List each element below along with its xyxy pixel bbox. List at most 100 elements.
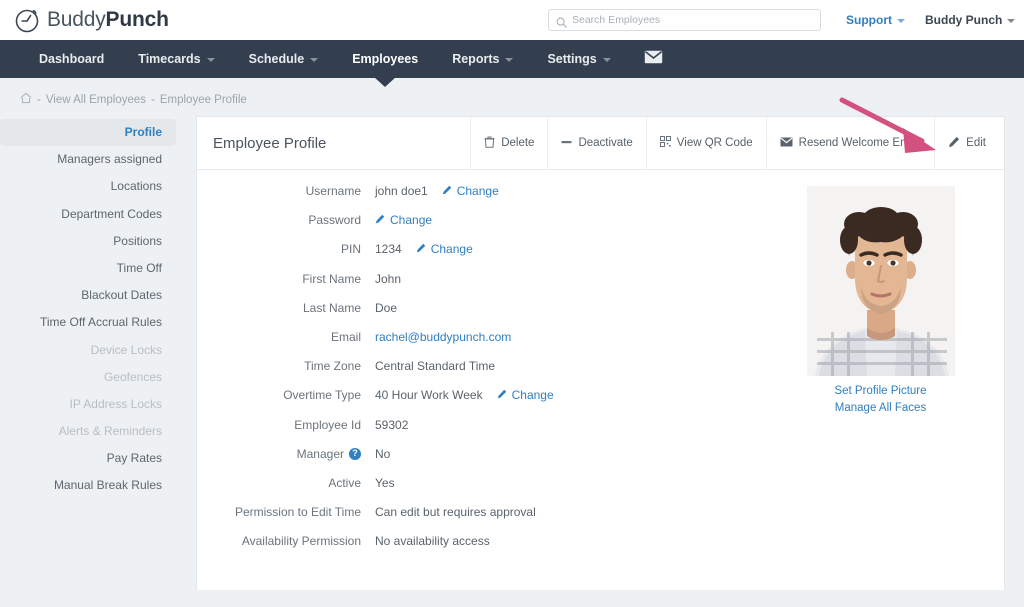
support-menu[interactable]: Support — [846, 13, 905, 27]
change-username-link[interactable]: Change — [442, 184, 499, 198]
nav-label: Employees — [352, 52, 419, 66]
field-value: No availability access — [375, 534, 490, 549]
field-value-group: Doe — [375, 301, 397, 315]
manage-all-faces-link[interactable]: Manage All Faces — [834, 400, 926, 417]
sidebar-item-label: Locations — [110, 179, 162, 194]
sidebar-item-label: Profile — [124, 125, 162, 139]
change-password-link[interactable]: Change — [375, 213, 432, 227]
trash-icon — [484, 136, 495, 151]
search-box[interactable] — [548, 9, 821, 31]
sidebar-item-alerts-reminders[interactable]: Alerts & Reminders — [0, 418, 176, 445]
nav-label: Settings — [547, 52, 597, 66]
nav-item-schedule[interactable]: Schedule — [232, 40, 336, 78]
field-value-group: john doe1 Change — [375, 184, 499, 198]
field-value-group: Change — [375, 213, 432, 227]
home-icon[interactable] — [20, 92, 32, 107]
deactivate-button[interactable]: Deactivate — [547, 116, 645, 170]
field-value: John — [375, 271, 402, 286]
clock-icon — [14, 7, 40, 33]
view-qr-code-button[interactable]: View QR Code — [645, 116, 766, 170]
sidebar-item-label: Positions — [113, 233, 162, 248]
nav-item-reports[interactable]: Reports — [435, 40, 530, 78]
profile-photo-column: Set Profile Picture Manage All Faces — [757, 184, 1004, 563]
field-value: Central Standard Time — [375, 359, 496, 374]
sidebar-item-label: Pay Rates — [106, 451, 162, 466]
sidebar-item-pay-rates[interactable]: Pay Rates — [0, 445, 176, 472]
field-label: Employee Id — [294, 417, 361, 432]
field-label-group: Manager ? — [207, 447, 375, 461]
chevron-down-icon — [897, 19, 905, 23]
sidebar-item-label: Blackout Dates — [81, 288, 162, 303]
sidebar-item-time-off-accrual-rules[interactable]: Time Off Accrual Rules — [0, 309, 176, 336]
field-value-group: No — [375, 447, 390, 461]
email-link[interactable]: rachel@buddypunch.com — [375, 330, 511, 344]
sidebar-item-managers-assigned[interactable]: Managers assigned — [0, 146, 176, 173]
pencil-icon — [375, 213, 385, 227]
field-row-employee-id: Employee Id 59302 — [207, 418, 757, 432]
edit-button[interactable]: Edit — [934, 116, 1004, 170]
sidebar-item-label: Geofences — [103, 369, 162, 384]
employee-sidebar: Profile Managers assigned Locations Depa… — [0, 116, 176, 590]
breadcrumb-link-view-all-employees[interactable]: View All Employees — [46, 94, 146, 106]
profile-fields: Username john doe1 Change Password Chang… — [197, 184, 757, 563]
field-label: Last Name — [302, 300, 361, 315]
sidebar-item-locations[interactable]: Locations — [0, 173, 176, 200]
chevron-down-icon — [1007, 19, 1016, 23]
sidebar-item-label: Managers assigned — [57, 152, 162, 167]
search-input[interactable] — [572, 14, 813, 26]
sidebar-item-manual-break-rules[interactable]: Manual Break Rules — [0, 472, 176, 499]
photo-actions: Set Profile Picture Manage All Faces — [834, 383, 926, 416]
help-icon[interactable]: ? — [349, 447, 361, 460]
set-profile-picture-link[interactable]: Set Profile Picture — [834, 383, 926, 400]
page-title: Employee Profile — [213, 134, 327, 152]
field-value: Can edit but requires approval — [375, 505, 536, 520]
sidebar-item-blackout-dates[interactable]: Blackout Dates — [0, 282, 176, 309]
field-value: Yes — [375, 475, 395, 490]
field-value-group: Can edit but requires approval — [375, 505, 536, 519]
toolbar-label: Deactivate — [578, 137, 633, 149]
card-header: Employee Profile Delete Deactivate View … — [197, 116, 1004, 170]
change-label: Change — [390, 213, 433, 228]
nav-label: Schedule — [248, 52, 305, 66]
nav-item-settings[interactable]: Settings — [530, 40, 627, 78]
messages-button[interactable] — [628, 50, 679, 69]
field-value: 59302 — [375, 417, 409, 432]
sidebar-item-label: IP Address Locks — [69, 396, 163, 411]
sidebar-item-device-locks[interactable]: Device Locks — [0, 337, 176, 364]
delete-button[interactable]: Delete — [470, 116, 547, 170]
field-row-password: Password Change — [207, 213, 757, 227]
change-label: Change — [456, 184, 499, 198]
field-value: Doe — [375, 300, 398, 315]
sidebar-item-positions[interactable]: Positions — [0, 228, 176, 255]
field-row-overtime-type: Overtime Type 40 Hour Work Week Change — [207, 388, 757, 402]
field-value-group: rachel@buddypunch.com — [375, 330, 511, 344]
chevron-down-icon — [310, 58, 319, 62]
sidebar-item-geofences[interactable]: Geofences — [0, 364, 176, 391]
resend-welcome-email-button[interactable]: Resend Welcome Email — [765, 116, 935, 170]
nav-item-employees[interactable]: Employees — [335, 40, 435, 87]
change-overtime-type-link[interactable]: Change — [497, 388, 554, 402]
breadcrumb-current: Employee Profile — [159, 93, 247, 106]
breadcrumb-sep-1: - — [37, 93, 41, 106]
pencil-icon — [948, 136, 960, 151]
envelope-icon — [780, 137, 793, 150]
field-label: Email — [330, 329, 361, 344]
field-row-pin: PIN 1234 Change — [207, 242, 757, 256]
brand-name-second: Punch — [105, 8, 169, 31]
sidebar-item-department-codes[interactable]: Department Codes — [0, 201, 176, 228]
brand-logo[interactable]: BuddyPunch — [14, 7, 169, 33]
nav-item-dashboard[interactable]: Dashboard — [22, 40, 121, 78]
account-menu[interactable]: Buddy Punch — [925, 13, 1016, 27]
sidebar-item-label: Time Off Accrual Rules — [39, 315, 162, 330]
change-pin-link[interactable]: Change — [416, 242, 473, 256]
top-bar: BuddyPunch Support Buddy Punch — [0, 0, 1024, 40]
nav-item-timecards[interactable]: Timecards — [121, 40, 231, 78]
sidebar-item-profile[interactable]: Profile — [0, 119, 176, 147]
card-body: Username john doe1 Change Password Chang… — [197, 170, 1004, 563]
envelope-icon — [644, 50, 663, 69]
field-value-group: 1234 Change — [375, 242, 473, 256]
field-value: john doe1 — [375, 184, 428, 198]
sidebar-item-time-off[interactable]: Time Off — [0, 255, 176, 282]
card-toolbar: Delete Deactivate View QR Code Resend We… — [470, 116, 1004, 170]
sidebar-item-ip-address-locks[interactable]: IP Address Locks — [0, 391, 176, 418]
